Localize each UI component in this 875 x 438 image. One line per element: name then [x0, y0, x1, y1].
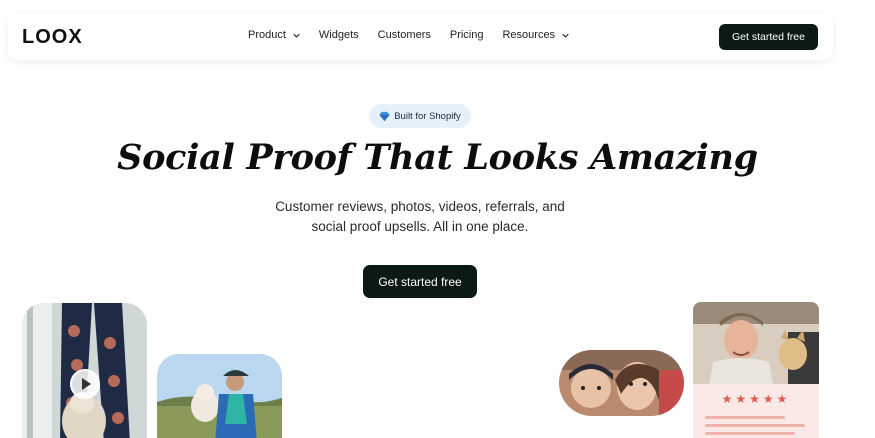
hero-subtitle-line1: Customer reviews, photos, videos, referr…	[275, 199, 565, 214]
review-text-line	[705, 432, 795, 435]
get-started-button-header[interactable]: Get started free	[719, 24, 818, 50]
hero-title: Social Proof That Looks Amazing	[117, 137, 758, 178]
review-stars: ★★★★★	[721, 392, 791, 406]
badge-label: Built for Shopify	[394, 110, 461, 122]
get-started-button-hero[interactable]: Get started free	[363, 265, 477, 298]
video-review-card[interactable]	[22, 303, 147, 438]
page: LOOX Product Widgets Customers Pricing R…	[0, 0, 875, 438]
nav-item-pricing[interactable]: Pricing	[450, 29, 484, 41]
nav-links: Product Widgets Customers Pricing Resour…	[248, 29, 588, 41]
hero-subtitle-line2: social proof upsells. All in one place.	[311, 219, 529, 234]
nav-item-label: Customers	[377, 29, 431, 41]
photo-review-card-dog[interactable]	[157, 354, 282, 438]
man-dog-photo	[693, 302, 819, 384]
review-text-line	[705, 424, 805, 427]
nav-item-customers[interactable]: Customers	[378, 29, 431, 41]
nav-item-widgets[interactable]: Widgets	[319, 29, 359, 41]
nav-item-label: Pricing	[449, 29, 484, 41]
nav-item-label: Widgets	[318, 29, 359, 41]
hero-subtitle: Customer reviews, photos, videos, referr…	[262, 197, 578, 237]
navbar: LOOX Product Widgets Customers Pricing R…	[8, 14, 833, 60]
review-card[interactable]: ★★★★★	[693, 302, 819, 438]
chevron-down-icon	[293, 33, 300, 38]
play-icon[interactable]	[70, 369, 100, 399]
woman-dog-photo	[157, 354, 282, 438]
photo-review-card-selfie[interactable]	[559, 350, 684, 416]
nav-item-resources[interactable]: Resources	[502, 29, 569, 41]
chevron-down-icon	[562, 33, 569, 38]
nav-item-product[interactable]: Product	[248, 29, 300, 41]
selfie-photo	[559, 350, 684, 416]
loox-logo[interactable]: LOOX	[22, 26, 83, 49]
built-for-shopify-badge: Built for Shopify	[369, 104, 471, 128]
nav-item-label: Product	[248, 29, 286, 41]
diamond-icon	[379, 111, 390, 121]
review-text-line	[705, 416, 785, 419]
nav-item-label: Resources	[502, 29, 556, 41]
